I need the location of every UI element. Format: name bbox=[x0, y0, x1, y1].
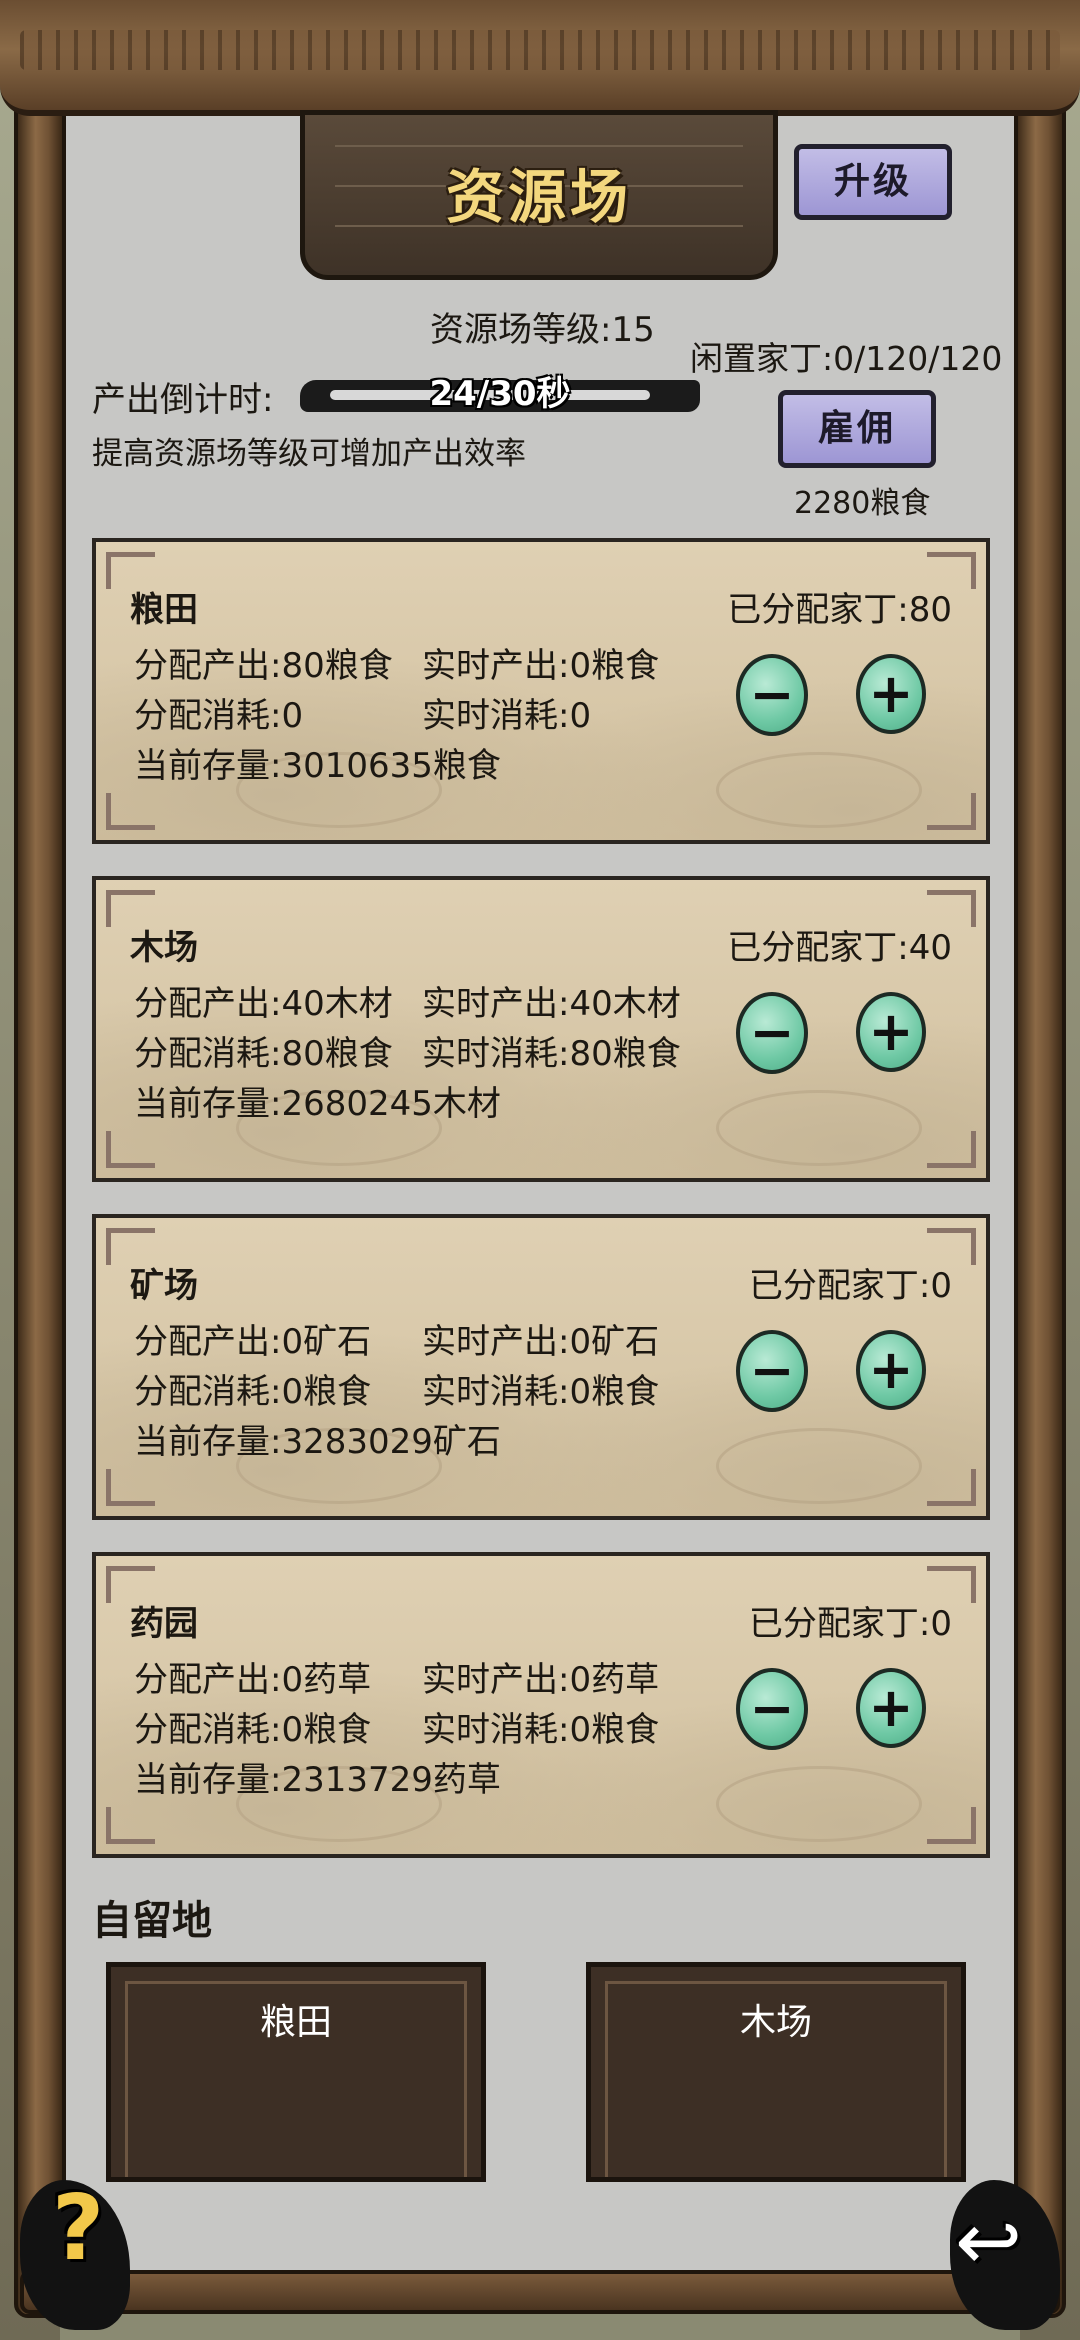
alloc-consume: 分配消耗:0粮食 bbox=[134, 1710, 372, 1750]
increase-workers-button[interactable]: + bbox=[856, 654, 926, 734]
plot-label: 木场 bbox=[739, 2002, 812, 2043]
resource-card-herb-garden: 药园 已分配家丁:0 分配产出:0药草 实时产出:0药草 分配消耗:0粮食 实时… bbox=[92, 1552, 990, 1858]
increase-workers-button[interactable]: + bbox=[856, 1330, 926, 1410]
current-stock: 当前存量:3283029矿石 bbox=[134, 1422, 501, 1462]
assigned-workers: 已分配家丁:40 bbox=[727, 928, 952, 968]
back-arrow-icon[interactable]: ↩ bbox=[955, 2195, 1022, 2288]
efficiency-tip: 提高资源场等级可增加产出效率 bbox=[92, 436, 526, 472]
countdown-label: 产出倒计时: bbox=[92, 380, 274, 420]
idle-workers-text: 闲置家丁:0/120/120 bbox=[690, 339, 1003, 378]
real-output: 实时产出:0药草 bbox=[422, 1660, 660, 1700]
resource-card-lumber-yard: 木场 已分配家丁:40 分配产出:40木材 实时产出:40木材 分配消耗:80粮… bbox=[92, 876, 990, 1182]
right-wood-post bbox=[1014, 90, 1066, 2318]
resource-card-mine: 矿场 已分配家丁:0 分配产出:0矿石 实时产出:0矿石 分配消耗:0粮食 实时… bbox=[92, 1214, 990, 1520]
real-consume: 实时消耗:80粮食 bbox=[422, 1034, 681, 1074]
upgrade-button[interactable]: 升级 bbox=[794, 144, 952, 220]
alloc-output: 分配产出:0药草 bbox=[134, 1660, 372, 1700]
real-output: 实时产出:0矿石 bbox=[422, 1322, 660, 1362]
decrease-workers-button[interactable]: − bbox=[736, 1330, 808, 1412]
card-name: 药园 bbox=[130, 1604, 198, 1644]
alloc-consume: 分配消耗:0 bbox=[134, 696, 304, 736]
card-name: 粮田 bbox=[130, 590, 198, 630]
real-output: 实时产出:0粮食 bbox=[422, 646, 660, 686]
assigned-workers: 已分配家丁:80 bbox=[727, 590, 952, 630]
private-land-heading: 自留地 bbox=[92, 1898, 212, 1944]
real-consume: 实时消耗:0 bbox=[422, 696, 592, 736]
assigned-workers: 已分配家丁:0 bbox=[748, 1604, 952, 1644]
countdown-value: 24/30秒 bbox=[429, 374, 571, 414]
decrease-workers-button[interactable]: − bbox=[736, 992, 808, 1074]
alloc-output: 分配产出:80粮食 bbox=[134, 646, 393, 686]
plot-label: 粮田 bbox=[259, 2002, 332, 2043]
private-plot-grain-field[interactable]: 粮田 bbox=[106, 1962, 486, 2182]
resource-card-grain-field: 粮田 已分配家丁:80 分配产出:80粮食 实时产出:0粮食 分配消耗:0 实时… bbox=[92, 538, 990, 844]
current-stock: 当前存量:3010635粮食 bbox=[134, 746, 501, 786]
alloc-consume: 分配消耗:80粮食 bbox=[134, 1034, 393, 1074]
assigned-workers: 已分配家丁:0 bbox=[748, 1266, 952, 1306]
increase-workers-button[interactable]: + bbox=[856, 992, 926, 1072]
decrease-workers-button[interactable]: − bbox=[736, 654, 808, 736]
real-consume: 实时消耗:0粮食 bbox=[422, 1710, 660, 1750]
card-name: 木场 bbox=[130, 928, 198, 968]
roof-beam bbox=[0, 0, 1080, 116]
alloc-output: 分配产出:40木材 bbox=[134, 984, 393, 1024]
help-icon[interactable]: ? bbox=[52, 2176, 104, 2281]
hire-cost: 2280粮食 bbox=[794, 486, 931, 521]
real-consume: 实时消耗:0粮食 bbox=[422, 1372, 660, 1412]
alloc-output: 分配产出:0矿石 bbox=[134, 1322, 372, 1362]
level-text: 资源场等级:15 bbox=[430, 310, 655, 350]
card-name: 矿场 bbox=[130, 1266, 198, 1306]
private-plot-lumber-yard[interactable]: 木场 bbox=[586, 1962, 966, 2182]
hire-button[interactable]: 雇佣 bbox=[778, 390, 936, 468]
current-stock: 当前存量:2313729药草 bbox=[134, 1760, 501, 1800]
increase-workers-button[interactable]: + bbox=[856, 1668, 926, 1748]
left-wood-post bbox=[14, 90, 66, 2318]
bottom-wood-beam bbox=[20, 2270, 1060, 2314]
page-title: 资源场 bbox=[445, 163, 632, 231]
decrease-workers-button[interactable]: − bbox=[736, 1668, 808, 1750]
alloc-consume: 分配消耗:0粮食 bbox=[134, 1372, 372, 1412]
real-output: 实时产出:40木材 bbox=[422, 984, 681, 1024]
current-stock: 当前存量:2680245木材 bbox=[134, 1084, 501, 1124]
